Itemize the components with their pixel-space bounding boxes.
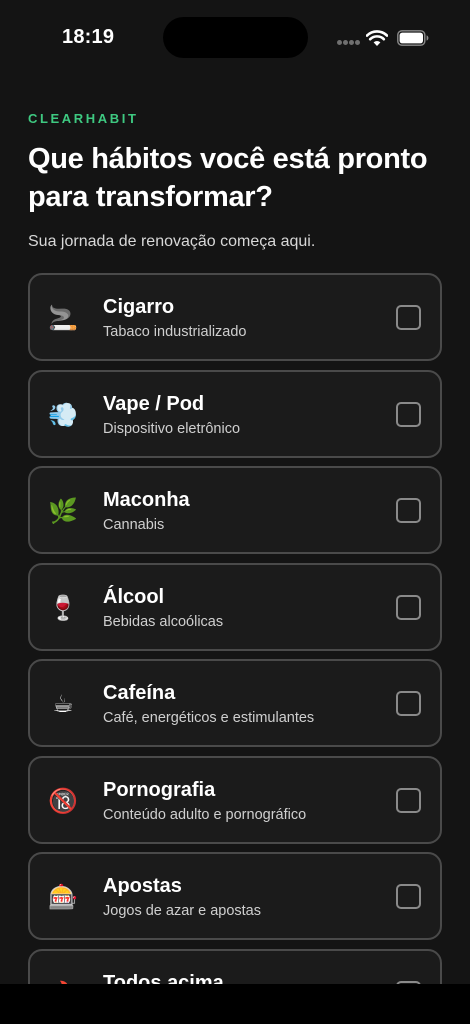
battery-icon bbox=[397, 30, 429, 46]
brand-label: CLEARHABIT bbox=[28, 111, 139, 126]
no-under-18-icon: 🔞 bbox=[48, 787, 78, 815]
page-subtitle: Sua jornada de renovação começa aqui. bbox=[28, 233, 316, 250]
habit-card-cafeina[interactable]: ☕ Cafeína Café, energéticos e estimulant… bbox=[28, 659, 442, 747]
habit-checkbox[interactable] bbox=[396, 402, 421, 427]
wine-glass-icon: 🍷 bbox=[48, 594, 78, 622]
habit-checkbox[interactable] bbox=[396, 595, 421, 620]
status-time: 18:19 bbox=[62, 26, 115, 48]
habit-name: Apostas bbox=[103, 875, 182, 897]
habit-card-pornografia[interactable]: 🔞 Pornografia Conteúdo adulto e pornográ… bbox=[28, 756, 442, 844]
slot-machine-icon: 🎰 bbox=[48, 883, 78, 911]
coffee-cup-icon: ☕ bbox=[52, 690, 74, 718]
habit-name: Cigarro bbox=[103, 296, 175, 318]
habit-checkbox[interactable] bbox=[396, 498, 421, 523]
dynamic-island bbox=[163, 17, 308, 58]
vape-cloud-icon: 💨 bbox=[48, 401, 78, 429]
habit-checkbox[interactable] bbox=[396, 305, 421, 330]
cigarette-icon: 🚬 bbox=[48, 304, 78, 332]
habit-card-cigarro[interactable]: 🚬 Cigarro Tabaco industrializado bbox=[28, 273, 442, 361]
habit-name: Vape / Pod bbox=[103, 393, 205, 415]
habit-card-vape[interactable]: 💨 Vape / Pod Dispositivo eletrônico bbox=[28, 370, 442, 458]
habit-card-maconha[interactable]: 🌿 Maconha Cannabis bbox=[28, 466, 442, 554]
habit-name: Maconha bbox=[103, 489, 190, 511]
habit-description: Bebidas alcoólicas bbox=[103, 614, 224, 630]
habit-checkbox[interactable] bbox=[396, 691, 421, 716]
habit-name: Todos acima bbox=[103, 972, 224, 984]
onboarding-screen: 18:19 CLEARHABIT Que hábitos você está p… bbox=[0, 0, 470, 984]
habit-description: Tabaco industrializado bbox=[103, 324, 247, 340]
habit-card-todos-acima[interactable]: 🔥 Todos acima bbox=[28, 949, 442, 984]
habit-checkbox[interactable] bbox=[396, 884, 421, 909]
habit-card-apostas[interactable]: 🎰 Apostas Jogos de azar e apostas bbox=[28, 852, 442, 940]
habit-name: Cafeína bbox=[103, 682, 176, 704]
status-bar: 18:19 bbox=[0, 0, 470, 80]
habit-description: Conteúdo adulto e pornográfico bbox=[103, 807, 307, 823]
habit-name: Álcool bbox=[103, 586, 165, 608]
habit-card-alcool[interactable]: 🍷 Álcool Bebidas alcoólicas bbox=[28, 563, 442, 651]
cellular-signal-icon bbox=[337, 40, 361, 46]
habit-description: Jogos de azar e apostas bbox=[103, 903, 261, 919]
fire-icon: 🔥 bbox=[46, 977, 80, 984]
page-title: Que hábitos você está pronto para transf… bbox=[28, 143, 428, 213]
herb-leaf-icon: 🌿 bbox=[48, 497, 78, 525]
habit-checkbox[interactable] bbox=[396, 788, 421, 813]
habit-description: Café, energéticos e estimulantes bbox=[103, 710, 315, 726]
habit-name: Pornografia bbox=[103, 779, 216, 801]
habit-description: Dispositivo eletrônico bbox=[103, 421, 241, 437]
habit-description: Cannabis bbox=[103, 517, 165, 533]
bottom-strip bbox=[0, 984, 470, 1024]
wifi-icon bbox=[366, 30, 388, 46]
